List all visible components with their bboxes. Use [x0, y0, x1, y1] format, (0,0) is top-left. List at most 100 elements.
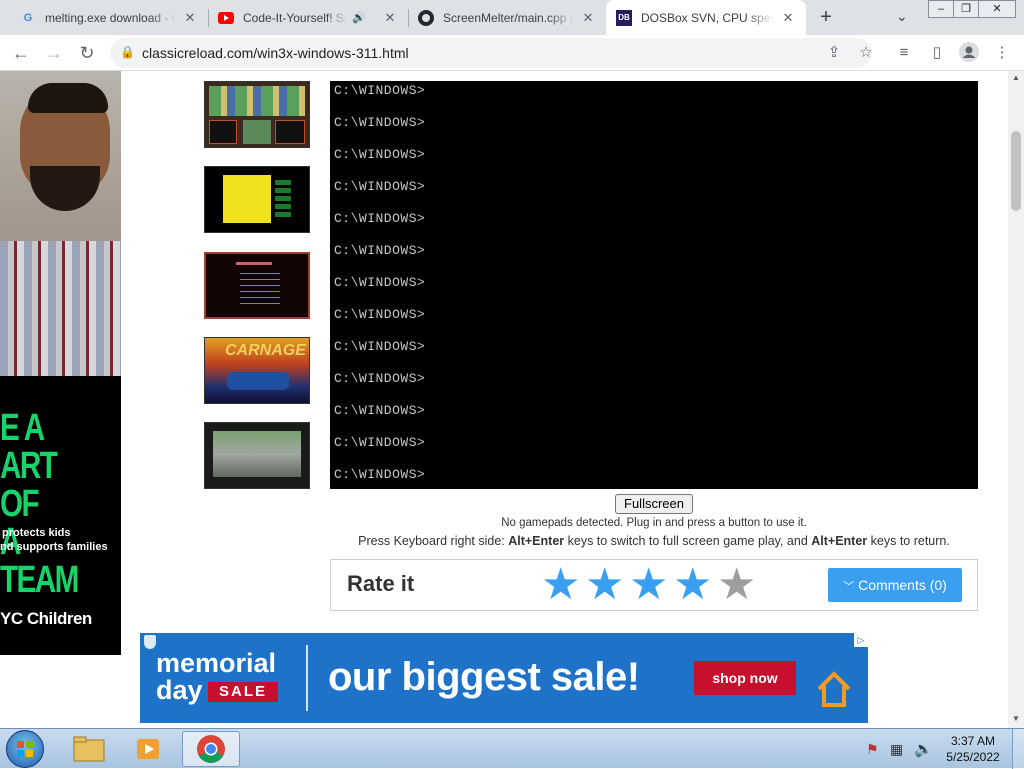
- game-thumbnail[interactable]: [204, 81, 310, 148]
- start-button[interactable]: [6, 730, 44, 768]
- minimize-button[interactable]: –: [928, 0, 954, 18]
- scroll-down-arrow[interactable]: ▼: [1012, 714, 1020, 723]
- tray-volume-icon[interactable]: 🔈: [914, 740, 933, 758]
- star-icon[interactable]: ★: [585, 563, 624, 607]
- game-thumbnail[interactable]: [204, 252, 310, 319]
- sale-badge: SALE: [208, 682, 278, 702]
- star-icon[interactable]: ★: [541, 563, 580, 607]
- keyboard-note: Press Keyboard right side: Alt+Enter key…: [330, 534, 978, 548]
- share-icon[interactable]: ⇪: [823, 42, 845, 64]
- reading-list-icon[interactable]: ≡: [893, 42, 915, 64]
- lock-icon[interactable]: 🔒: [120, 45, 135, 59]
- dos-prompt-line: C:\WINDOWS>: [334, 243, 426, 258]
- keyboard-note-text: keys to return.: [867, 534, 950, 548]
- tab-code-it-yourself[interactable]: Code-It-Yourself! So 🔊 ✕: [208, 0, 408, 35]
- tab-screenmelter-github[interactable]: ScreenMelter/main.cpp a ✕: [408, 0, 606, 35]
- ad-memorial-text: memorial: [156, 648, 277, 678]
- dosbox-screen[interactable]: C:\WINDOWS> C:\WINDOWS> C:\WINDOWS> C:\WIND…: [330, 81, 978, 489]
- close-icon[interactable]: ✕: [182, 10, 198, 26]
- dos-prompt-line: C:\WINDOWS>: [334, 467, 426, 482]
- ad-brand: YC Children: [0, 609, 92, 628]
- ad-day-text: day: [156, 675, 203, 705]
- tab-search-icon[interactable]: ⌄: [896, 8, 908, 25]
- speaker-icon[interactable]: 🔊: [351, 10, 367, 26]
- ad-body-line: protects kids: [2, 527, 71, 539]
- dos-prompt-line: C:\WINDOWS>: [334, 339, 426, 354]
- tab-dosbox[interactable]: DB DOSBox SVN, CPU speed: ✕: [606, 0, 806, 35]
- close-window-button[interactable]: ✕: [978, 0, 1016, 18]
- new-tab-button[interactable]: +: [815, 7, 837, 29]
- ad-photo: [0, 71, 121, 376]
- tab-label: Code-It-Yourself! So: [243, 10, 347, 25]
- profile-avatar-icon[interactable]: [958, 42, 980, 64]
- dos-prompt-line: C:\WINDOWS>: [334, 115, 426, 130]
- github-icon: [418, 9, 434, 26]
- tray-flag-icon[interactable]: ⚑: [866, 741, 879, 758]
- side-panel-icon[interactable]: ▯: [926, 42, 948, 64]
- home-logo-icon: [816, 669, 852, 712]
- bookmark-star-icon[interactable]: ☆: [855, 42, 877, 64]
- taskbar-media-player[interactable]: [120, 731, 178, 767]
- dos-prompt-line: C:\WINDOWS>: [334, 275, 426, 290]
- tray-network-icon[interactable]: ▦: [890, 741, 903, 758]
- scroll-up-arrow[interactable]: ▲: [1012, 73, 1020, 82]
- star-icon[interactable]: ★: [717, 563, 756, 607]
- folder-icon: [73, 736, 105, 762]
- ad-body: protects kids nd supports families: [0, 526, 108, 554]
- google-icon: G: [23, 11, 33, 24]
- close-icon[interactable]: ✕: [382, 10, 398, 26]
- comments-label: Comments (0): [858, 577, 947, 593]
- dos-prompt-line: C:\WINDOWS>: [334, 403, 426, 418]
- keyboard-note-text: keys to switch to full screen game play,…: [564, 534, 812, 548]
- back-arrow-icon[interactable]: ←: [9, 41, 33, 65]
- ad-divider: [306, 645, 308, 711]
- ad-headline: E A ART OF A TEAM: [0, 409, 94, 599]
- tab-melting-download[interactable]: G melting.exe download - C ✕: [10, 0, 208, 35]
- ad-headline-line: E A: [0, 407, 45, 449]
- star-icon[interactable]: ★: [673, 563, 712, 607]
- ad-headline-text: our biggest sale!: [328, 655, 640, 699]
- youtube-icon: [218, 10, 234, 26]
- adchoices-icon[interactable]: ▷: [854, 633, 868, 647]
- close-icon[interactable]: ✕: [580, 10, 596, 26]
- tab-label: melting.exe download - C: [45, 10, 176, 25]
- forward-arrow-icon[interactable]: →: [42, 41, 66, 65]
- maximize-button[interactable]: ❐: [953, 0, 979, 18]
- url-text[interactable]: classicreload.com/win3x-windows-311.html: [142, 45, 409, 61]
- keyboard-note-text: Press Keyboard right side:: [358, 534, 509, 548]
- menu-kebab-icon[interactable]: ⋮: [991, 42, 1013, 64]
- rating-panel: Rate it ★ ★ ★ ★ ★ ﹀ Comments (0): [330, 559, 978, 611]
- star-icon[interactable]: ★: [629, 563, 668, 607]
- chevron-down-icon: ﹀: [843, 581, 855, 593]
- clock[interactable]: 3:37 AM 5/25/2022: [940, 733, 1006, 765]
- dos-prompt-line: C:\WINDOWS>: [334, 179, 426, 194]
- shield-icon: [144, 635, 156, 649]
- gamepad-note: No gamepads detected. Plug in and press …: [501, 517, 807, 529]
- bottom-ad[interactable]: ▷ memorial day SALE our biggest sale! sh…: [140, 633, 868, 723]
- game-thumbnail[interactable]: [204, 166, 310, 233]
- page-scrollbar[interactable]: ▲ ▼: [1008, 71, 1024, 728]
- web-page: E A ART OF A TEAM protects kids nd suppo…: [0, 71, 1008, 728]
- game-thumbnail[interactable]: CARNAGE: [204, 337, 310, 404]
- clock-date: 5/25/2022: [946, 750, 1000, 764]
- rate-label: Rate it: [347, 571, 415, 596]
- tab-label: ScreenMelter/main.cpp a: [443, 10, 574, 25]
- dos-prompt-line: C:\WINDOWS>: [334, 307, 426, 322]
- comments-button[interactable]: ﹀ Comments (0): [828, 568, 962, 602]
- taskbar-explorer[interactable]: [60, 731, 118, 767]
- clock-time: 3:37 AM: [950, 734, 996, 748]
- scrollbar-thumb[interactable]: [1011, 131, 1021, 211]
- dos-prompt-line: C:\WINDOWS>: [334, 83, 426, 98]
- left-ad[interactable]: E A ART OF A TEAM protects kids nd suppo…: [0, 71, 121, 655]
- game-thumbnail[interactable]: [204, 422, 310, 489]
- fullscreen-button[interactable]: Fullscreen: [615, 494, 693, 514]
- close-icon[interactable]: ✕: [780, 10, 796, 26]
- reload-icon[interactable]: ↻: [75, 41, 99, 65]
- chrome-icon: [197, 735, 225, 763]
- shop-now-button[interactable]: shop now: [694, 661, 796, 695]
- dos-prompt-line: C:\WINDOWS>: [334, 371, 426, 386]
- tab-label: DOSBox SVN, CPU speed:: [641, 10, 774, 25]
- show-desktop-button[interactable]: [1012, 729, 1024, 769]
- address-bar[interactable]: 🔒 classicreload.com/win3x-windows-311.ht…: [110, 38, 872, 68]
- taskbar-chrome[interactable]: [182, 731, 240, 767]
